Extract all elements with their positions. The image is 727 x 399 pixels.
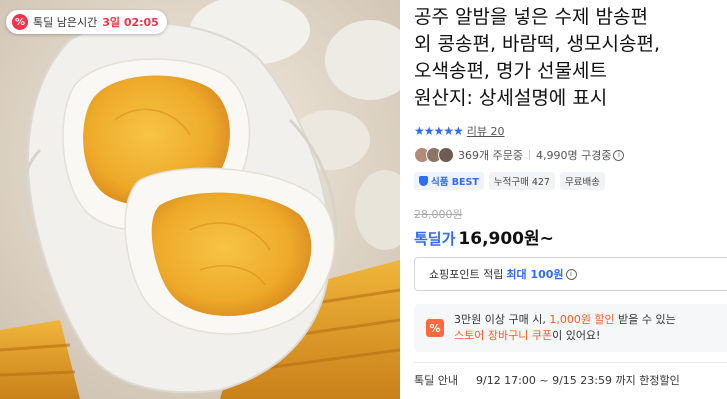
info-icon[interactable]: i	[565, 268, 577, 280]
coupon-text: 3만원 이상 구매 시, 1,000원 할인 받을 수 있는 스토어 장바구니 …	[454, 312, 676, 344]
product-title-line: 원산지: 상세설명에 표시	[414, 87, 608, 109]
food-best-label: 식품 BEST	[431, 177, 479, 188]
price-row: 톡딜가 16,900원~	[414, 224, 554, 249]
product-image[interactable]: % 톡딜 남은시간 3일 02:05	[0, 0, 400, 399]
coupon-name: 스토어 장바구니 쿠폰	[454, 329, 553, 342]
coupon-banner[interactable]: % 3만원 이상 구매 시, 1,000원 할인 받을 수 있는 스토어 장바구…	[414, 304, 727, 352]
percent-icon: %	[12, 14, 28, 30]
cumulative-purchase-tag: 누적구매 427	[488, 172, 555, 190]
viewing-count: 4,990명 구경중	[535, 149, 612, 162]
rating-row: ★★★★★ 리뷰 20	[414, 123, 505, 139]
product-info-panel: 공주 알밤을 넣은 수제 밤송편 외 콩송편, 바람떡, 생모시송편, 오색송편…	[414, 0, 727, 399]
free-shipping-tag: 무료배송	[559, 172, 605, 190]
buyer-avatars	[414, 147, 454, 163]
coupon-text-part: 이 있어요!	[552, 329, 601, 342]
coupon-text-part: 3만원 이상 구매 시,	[454, 313, 550, 326]
stats-row: 369개 주문중 4,990명 구경중 i	[414, 147, 625, 163]
point-text: 쇼핑포인트 적립	[429, 268, 504, 281]
shopping-point-box[interactable]: 쇼핑포인트 적립 최대 100원 i	[414, 257, 727, 291]
product-title-line: 공주 알밤을 넣은 수제 밤송편	[414, 6, 648, 28]
divider	[528, 150, 530, 160]
sale-price: 16,900원~	[458, 229, 554, 249]
deal-timer-badge: % 톡딜 남은시간 3일 02:05	[6, 10, 167, 34]
coupon-text-part: 받을 수 있는	[614, 313, 676, 326]
deal-timer-label: 톡딜 남은시간	[33, 16, 98, 29]
deal-info-label: 톡딜 안내	[414, 374, 458, 387]
talkdeal-price-label: 톡딜가	[414, 230, 456, 248]
coupon-percent-icon: %	[426, 319, 444, 337]
avatar	[438, 147, 454, 163]
rating-stars-icon: ★★★★★	[414, 124, 464, 138]
tags-row: 식품 BEST 누적구매 427 무료배송	[414, 172, 610, 190]
review-link[interactable]: 리뷰 20	[467, 123, 505, 139]
deal-timer-value: 3일 02:05	[102, 16, 159, 29]
shield-icon	[419, 176, 428, 186]
deal-info-row: 톡딜 안내 9/12 17:00 ~ 9/15 23:59 까지 한정할인	[414, 372, 727, 388]
product-title: 공주 알밤을 넣은 수제 밤송편 외 콩송편, 바람떡, 생모시송편, 오색송편…	[414, 4, 727, 112]
deal-period: 9/12 17:00 ~ 9/15 23:59 까지 한정할인	[475, 374, 680, 387]
info-icon[interactable]: i	[613, 149, 625, 161]
songpyeon-photo	[0, 0, 400, 399]
food-best-tag[interactable]: 식품 BEST	[414, 172, 484, 190]
section-divider	[414, 362, 727, 363]
coupon-discount: 1,000원 할인	[549, 313, 615, 326]
ordering-count: 369개 주문중	[458, 149, 523, 162]
point-max: 최대 100원	[506, 268, 564, 281]
product-title-line: 외 콩송편, 바람떡, 생모시송편,	[414, 33, 660, 55]
product-title-line: 오색송편, 명가 선물세트	[414, 60, 607, 82]
original-price: 28,000원	[414, 208, 463, 221]
